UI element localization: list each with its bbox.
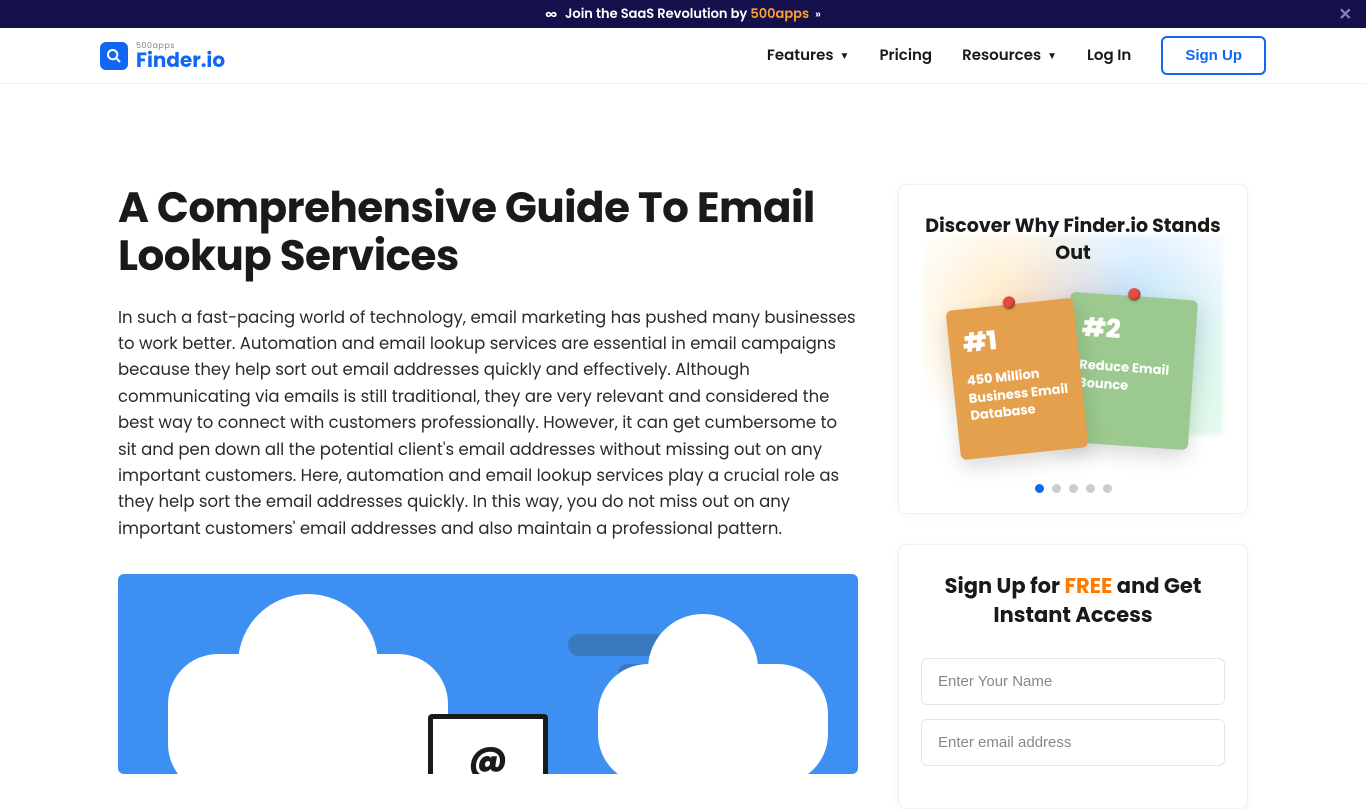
signup-button[interactable]: Sign Up — [1161, 36, 1266, 75]
cloud-icon — [168, 654, 448, 774]
note-text: 450 Million Business Email Database — [966, 362, 1071, 425]
close-icon[interactable]: ✕ — [1339, 2, 1352, 27]
sidebar: Discover Why Finder.io Stands Out #1 450… — [898, 184, 1248, 809]
page-title: A Comprehensive Guide To Email Lookup Se… — [118, 184, 858, 281]
main-column: A Comprehensive Guide To Email Lookup Se… — [118, 184, 858, 774]
pin-icon — [1002, 296, 1015, 309]
announcement-text[interactable]: Join the SaaS Revolution by 500apps » — [565, 4, 821, 24]
nav-login[interactable]: Log In — [1087, 44, 1131, 67]
nav-resources[interactable]: Resources ▼ — [962, 44, 1057, 67]
announcement-prefix: Join the SaaS Revolution by — [565, 4, 750, 23]
carousel-dot[interactable] — [1069, 484, 1078, 493]
chevron-down-icon: ▼ — [1047, 48, 1057, 64]
signup-title: Sign Up for FREE and Get Instant Access — [921, 573, 1225, 630]
pin-icon — [1128, 288, 1141, 301]
carousel-dot[interactable] — [1086, 484, 1095, 493]
nav-pricing[interactable]: Pricing — [879, 44, 932, 67]
infinity-icon: ∞ — [545, 2, 557, 27]
name-field[interactable] — [921, 658, 1225, 705]
discover-title: Discover Why Finder.io Stands Out — [921, 213, 1225, 266]
navbar: 500apps Finder.io Features ▼ Pricing Res… — [0, 28, 1366, 84]
logo-text: 500apps Finder.io — [136, 42, 225, 70]
logo-mark-icon — [100, 42, 128, 70]
notes-carousel: #1 450 Million Business Email Database #… — [921, 296, 1225, 456]
signup-free: FREE — [1064, 572, 1112, 601]
email-field[interactable] — [921, 719, 1225, 766]
hero-illustration: @ — [118, 574, 858, 774]
signup-prefix: Sign Up for — [945, 572, 1065, 601]
chevron-down-icon: ▼ — [840, 48, 850, 64]
chevron-right-icon: » — [815, 6, 821, 22]
article-body: In such a fast-pacing world of technolog… — [118, 305, 858, 543]
logo-title: Finder.io — [136, 50, 225, 70]
carousel-dot[interactable] — [1035, 484, 1044, 493]
announcement-bar: ∞ Join the SaaS Revolution by 500apps » ✕ — [0, 0, 1366, 28]
note-text: Reduce Email Bounce — [1078, 356, 1180, 398]
note-number: #1 — [961, 315, 1065, 364]
note-card-1[interactable]: #1 450 Million Business Email Database — [946, 298, 1089, 461]
nav-resources-label: Resources — [962, 44, 1041, 67]
nav-links: Features ▼ Pricing Resources ▼ Log In Si… — [767, 36, 1266, 75]
logo[interactable]: 500apps Finder.io — [100, 42, 225, 70]
nav-features-label: Features — [767, 44, 834, 67]
nav-login-label: Log In — [1087, 44, 1131, 67]
announcement-highlight: 500apps — [750, 4, 809, 23]
envelope-icon: @ — [428, 714, 548, 774]
carousel-dots — [921, 484, 1225, 493]
nav-pricing-label: Pricing — [879, 44, 932, 67]
signup-card: Sign Up for FREE and Get Instant Access — [898, 544, 1248, 809]
discover-card: Discover Why Finder.io Stands Out #1 450… — [898, 184, 1248, 514]
carousel-dot[interactable] — [1052, 484, 1061, 493]
note-number: #2 — [1081, 309, 1183, 355]
nav-features[interactable]: Features ▼ — [767, 44, 850, 67]
cloud-icon — [598, 664, 828, 774]
page-content: A Comprehensive Guide To Email Lookup Se… — [0, 84, 1366, 809]
carousel-dot[interactable] — [1103, 484, 1112, 493]
